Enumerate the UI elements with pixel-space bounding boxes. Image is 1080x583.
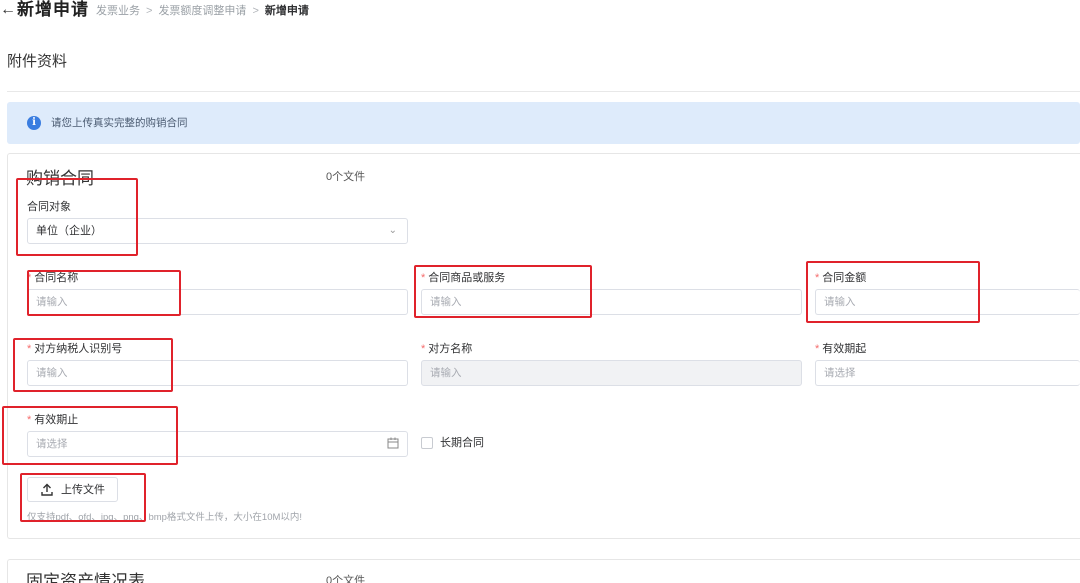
valid-from-label: * 有效期起 [815,343,867,355]
breadcrumb-item-quota-adjust[interactable]: 发票额度调整申请 [158,5,246,17]
long-term-checkbox[interactable] [421,437,433,449]
breadcrumb-separator-icon: > [252,5,259,17]
breadcrumb-item-current: 新增申请 [264,5,309,17]
file-count: 0个文件 [326,171,366,183]
alert-text: 请您上传真实完整的购销合同 [51,117,188,129]
info-alert: i 请您上传真实完整的购销合同 [7,102,1080,144]
counterparty-label: * 对方名称 [421,343,473,355]
section-title: 附件资料 [7,53,68,70]
breadcrumb-separator-icon: > [146,5,153,17]
back-icon[interactable]: ← [0,2,16,18]
calendar-icon [387,437,399,449]
page-title: 新增申请 [17,0,89,19]
breadcrumb-item-invoice-business[interactable]: 发票业务 [96,5,140,17]
highlight-box [414,265,592,318]
highlight-box [16,178,138,256]
highlight-box [27,270,181,316]
highlight-box [2,406,178,465]
long-term-label[interactable]: 长期合同 [440,436,484,450]
chevron-down-icon: ⌄ [388,225,397,236]
placeholder: 请输入 [430,367,462,379]
breadcrumb: 发票业务 > 发票额度调整申请 > 新增申请 [96,4,309,18]
placeholder: 请选择 [824,367,856,379]
asset-card [7,559,1080,583]
highlight-box [20,473,146,522]
valid-from-date-picker[interactable]: 请选择 [815,360,1080,386]
highlight-box [13,338,173,392]
counterparty-input: 请输入 [421,360,802,386]
divider [7,91,1080,92]
info-icon: i [27,116,41,130]
asset-file-count: 0个文件 [326,575,366,583]
asset-card-title: 固定资产情况表 [26,572,145,583]
highlight-box [806,261,980,323]
